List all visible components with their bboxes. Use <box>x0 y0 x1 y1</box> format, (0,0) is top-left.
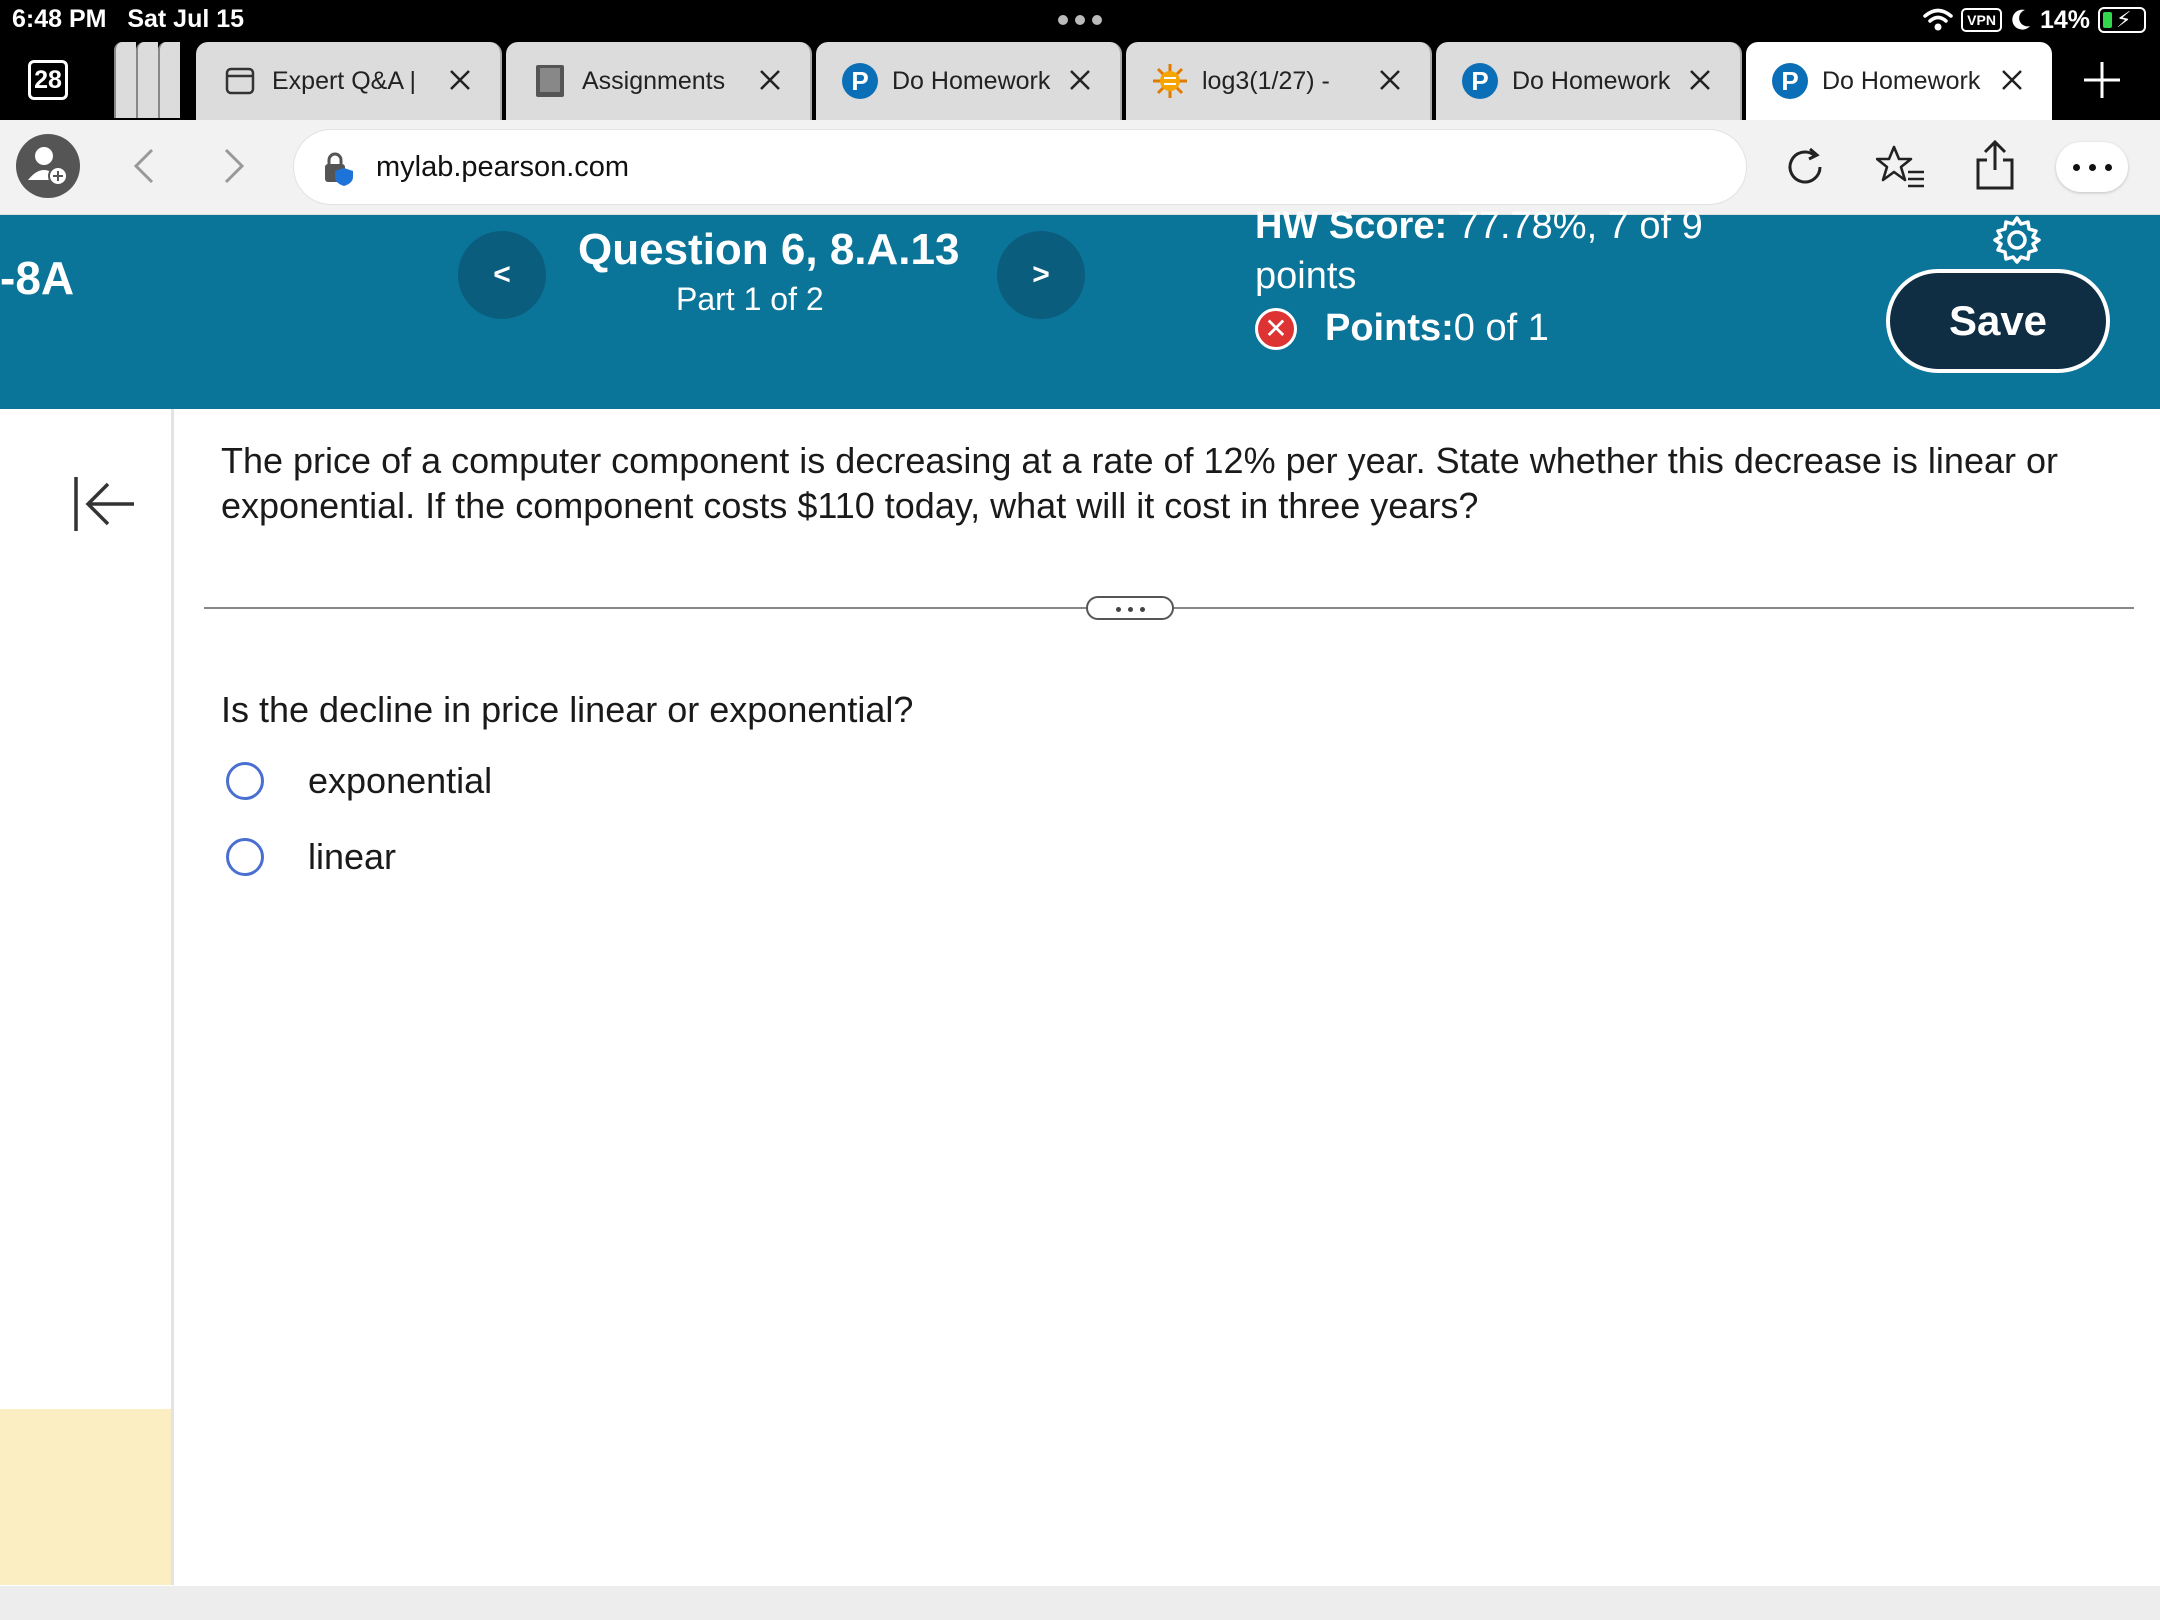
clock-date: Sat Jul 15 <box>127 5 245 33</box>
option-exponential[interactable]: exponential <box>224 758 724 806</box>
status-bar: 6:48 PM Sat Jul 15 VPN 14% ⚡ <box>0 0 2160 40</box>
section-code: -8A <box>0 252 75 304</box>
option-linear[interactable]: linear <box>224 834 724 882</box>
points-label: Points: <box>1325 307 1454 349</box>
bookmark-star-list-icon[interactable] <box>1876 142 1926 192</box>
vpn-badge: VPN <box>1961 8 2002 32</box>
next-question-button[interactable]: > <box>997 231 1085 319</box>
clock-time: 6:48 PM <box>12 5 107 33</box>
more-options-button[interactable] <box>2056 142 2128 192</box>
tab-do-homework-2[interactable]: P Do Homework <box>1436 42 1742 120</box>
close-icon[interactable] <box>1062 62 1098 98</box>
browser-tab-bar: 28 Expert Q&A | Assignments P Do Homewor… <box>0 40 2160 120</box>
battery-percent: 14% <box>2039 5 2090 34</box>
option-label: exponential <box>308 760 493 801</box>
save-button[interactable]: Save <box>1886 269 2110 373</box>
left-panel <box>0 409 174 1585</box>
points-status: ✕ Points: 0 of 1 <box>1255 307 1549 350</box>
tab-label: Expert Q&A | <box>272 66 417 95</box>
tab-do-homework-active[interactable]: P Do Homework <box>1746 42 2052 120</box>
close-icon[interactable] <box>1994 62 2030 98</box>
back-chevron-icon[interactable] <box>126 146 162 186</box>
tab-assignments[interactable]: Assignments <box>506 42 812 120</box>
radio-button[interactable] <box>226 762 264 800</box>
book-icon <box>532 63 568 99</box>
document-icon <box>222 63 258 99</box>
previous-question-button[interactable]: < <box>458 231 546 319</box>
tab-label: Do Homework <box>1512 66 1671 95</box>
wifi-icon <box>1923 8 1953 31</box>
collapse-left-arrow-icon[interactable] <box>70 471 136 537</box>
sun-icon <box>1152 63 1188 99</box>
moon-icon <box>2012 9 2030 30</box>
close-icon[interactable] <box>752 62 788 98</box>
url-bar[interactable]: mylab.pearson.com <box>294 130 1746 204</box>
address-toolbar: mylab.pearson.com <box>0 120 2160 215</box>
tab-overview-button[interactable]: 28 <box>28 60 68 100</box>
close-icon[interactable] <box>442 62 478 98</box>
question-header: -8A < Question 6, 8.A.13 Part 1 of 2 > H… <box>0 205 2160 409</box>
expand-dots-button[interactable] <box>1086 596 1174 620</box>
pearson-logo-icon: P <box>842 63 878 99</box>
incorrect-x-icon: ✕ <box>1255 307 1297 350</box>
pearson-logo-icon: P <box>1772 63 1808 99</box>
gear-icon[interactable] <box>1992 215 2042 265</box>
tab-label: Do Homework <box>892 66 1051 95</box>
reload-icon[interactable] <box>1782 144 1828 190</box>
question-part: Part 1 of 2 <box>676 281 824 317</box>
option-label: linear <box>308 836 397 877</box>
tab-label: log3(1/27) - <box>1202 66 1330 95</box>
question-text: The price of a computer component is dec… <box>221 440 2058 526</box>
close-icon[interactable] <box>1372 62 1408 98</box>
tab-log3[interactable]: log3(1/27) - <box>1126 42 1432 120</box>
url-text: mylab.pearson.com <box>376 151 630 183</box>
status-indicators: VPN 14% ⚡ <box>1923 4 2146 36</box>
share-icon[interactable] <box>1972 138 2018 192</box>
tab-do-homework-1[interactable]: P Do Homework <box>816 42 1122 120</box>
user-add-icon <box>28 147 68 186</box>
tab-label: Assignments <box>582 66 726 95</box>
pearson-logo-icon: P <box>1462 63 1498 99</box>
tab-expert-qa[interactable]: Expert Q&A | <box>196 42 502 120</box>
battery-charging-icon: ⚡ <box>2098 7 2146 33</box>
new-tab-plus-icon[interactable] <box>2080 58 2124 102</box>
forward-chevron-icon[interactable] <box>216 146 252 186</box>
status-time: 6:48 PM Sat Jul 15 <box>12 5 244 34</box>
hw-score: HW Score: 77.78%, 7 of 9 points <box>1255 205 1703 297</box>
rail-highlight-panel <box>0 1409 171 1585</box>
radio-button[interactable] <box>226 838 264 876</box>
multitasking-dots-icon[interactable] <box>1056 9 1104 31</box>
lock-shield-icon <box>325 152 353 186</box>
profile-avatar-button[interactable] <box>16 134 80 198</box>
tab-label: Do Homework <box>1822 66 1981 95</box>
close-icon[interactable] <box>1682 62 1718 98</box>
points-value: 0 of 1 <box>1453 307 1549 349</box>
bottom-bar <box>0 1586 2160 1620</box>
stacked-tabs[interactable] <box>114 42 196 118</box>
question-title: Question 6, 8.A.13 <box>578 225 960 274</box>
sub-question: Is the decline in price linear or expone… <box>221 689 914 730</box>
